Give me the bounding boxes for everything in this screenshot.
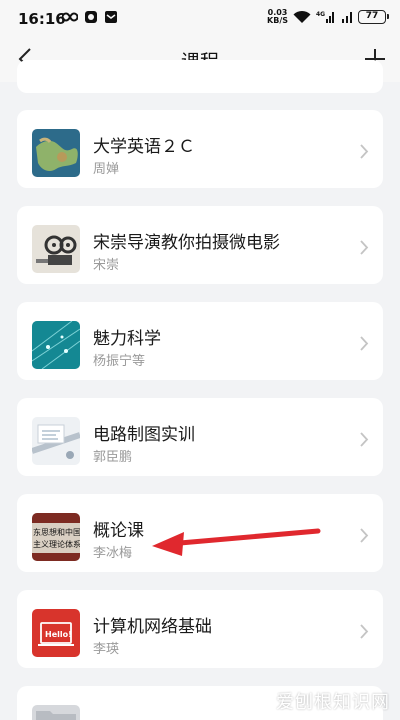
watermark: 爱刨根知识网 [276, 692, 390, 713]
annotation-arrow [152, 528, 321, 556]
